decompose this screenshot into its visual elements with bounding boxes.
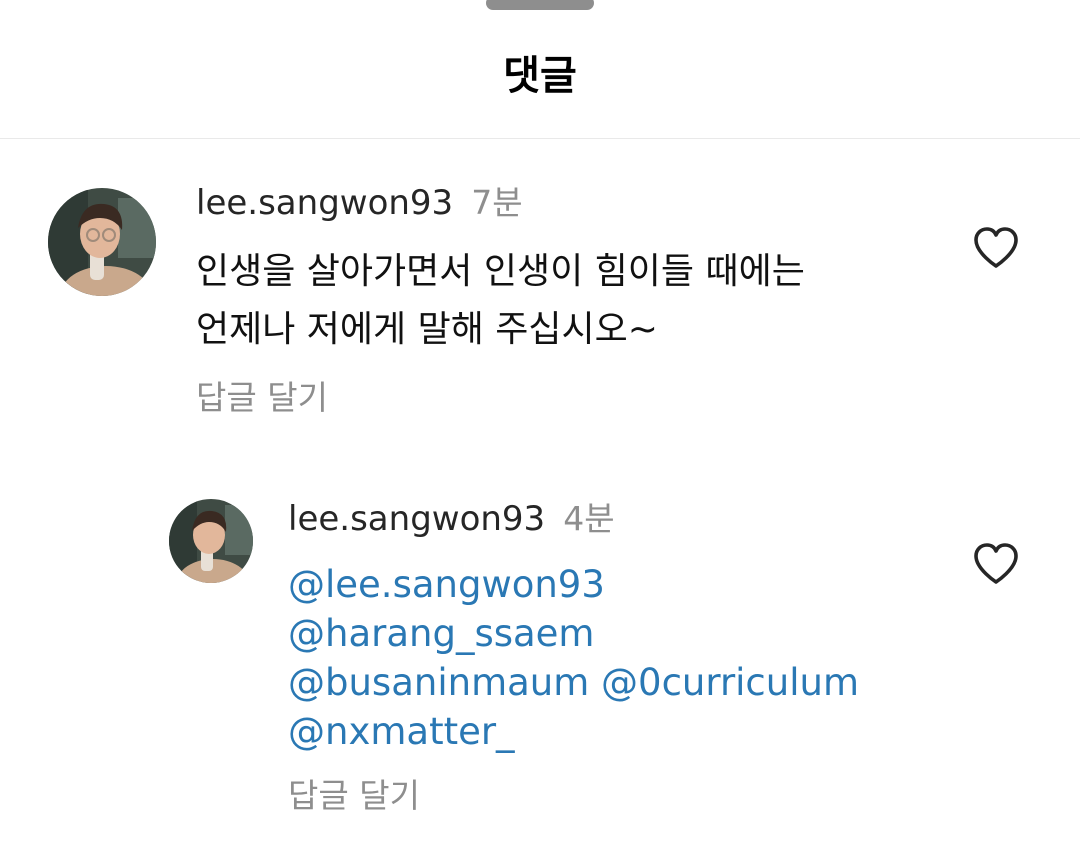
mention-line: @busaninmaum @0curriculum — [288, 658, 859, 707]
comment-meta: lee.sangwon93 4분 — [288, 499, 615, 545]
heart-outline-icon — [974, 543, 1018, 584]
heart-outline-icon — [974, 227, 1018, 268]
like-button[interactable] — [972, 542, 1020, 586]
avatar[interactable] — [169, 499, 253, 583]
reply-button[interactable]: 답글 달기 — [288, 776, 420, 816]
mention-line: @harang_ssaem — [288, 609, 859, 658]
comment-text: 인생을 살아가면서 인생이 힘이들 때에는 언제나 저에게 말해 주십시오~ — [196, 243, 805, 359]
header: 댓글 — [0, 0, 1080, 139]
comment-text-line: 언제나 저에게 말해 주십시오~ — [196, 309, 658, 350]
mention-link[interactable]: @nxmatter_ — [288, 710, 515, 753]
comment-text-line: 인생을 살아가면서 인생이 힘이들 때에는 — [196, 251, 805, 292]
mention-link[interactable]: @harang_ssaem — [288, 612, 594, 655]
comment-meta: lee.sangwon93 7분 — [196, 183, 523, 229]
timestamp: 7분 — [471, 183, 523, 222]
reply-button[interactable]: 답글 달기 — [196, 378, 328, 418]
mention-link[interactable]: @0curriculum — [601, 661, 859, 704]
mention-link[interactable]: @lee.sangwon93 — [288, 563, 605, 606]
mention-link[interactable]: @busaninmaum — [288, 661, 589, 704]
username[interactable]: lee.sangwon93 — [288, 499, 545, 539]
like-button[interactable] — [972, 226, 1020, 270]
mention-line: @nxmatter_ — [288, 707, 859, 756]
username[interactable]: lee.sangwon93 — [196, 183, 453, 223]
avatar[interactable] — [48, 188, 156, 296]
timestamp: 4분 — [563, 499, 615, 538]
mention-line: @lee.sangwon93 — [288, 560, 859, 609]
comment-text: @lee.sangwon93 @harang_ssaem @busaninmau… — [288, 560, 859, 756]
comments-sheet: 댓글 lee.sangwon93 7분 인생을 살아가면서 인생이 힘이들 때에는… — [0, 0, 1080, 847]
page-title: 댓글 — [503, 53, 577, 99]
